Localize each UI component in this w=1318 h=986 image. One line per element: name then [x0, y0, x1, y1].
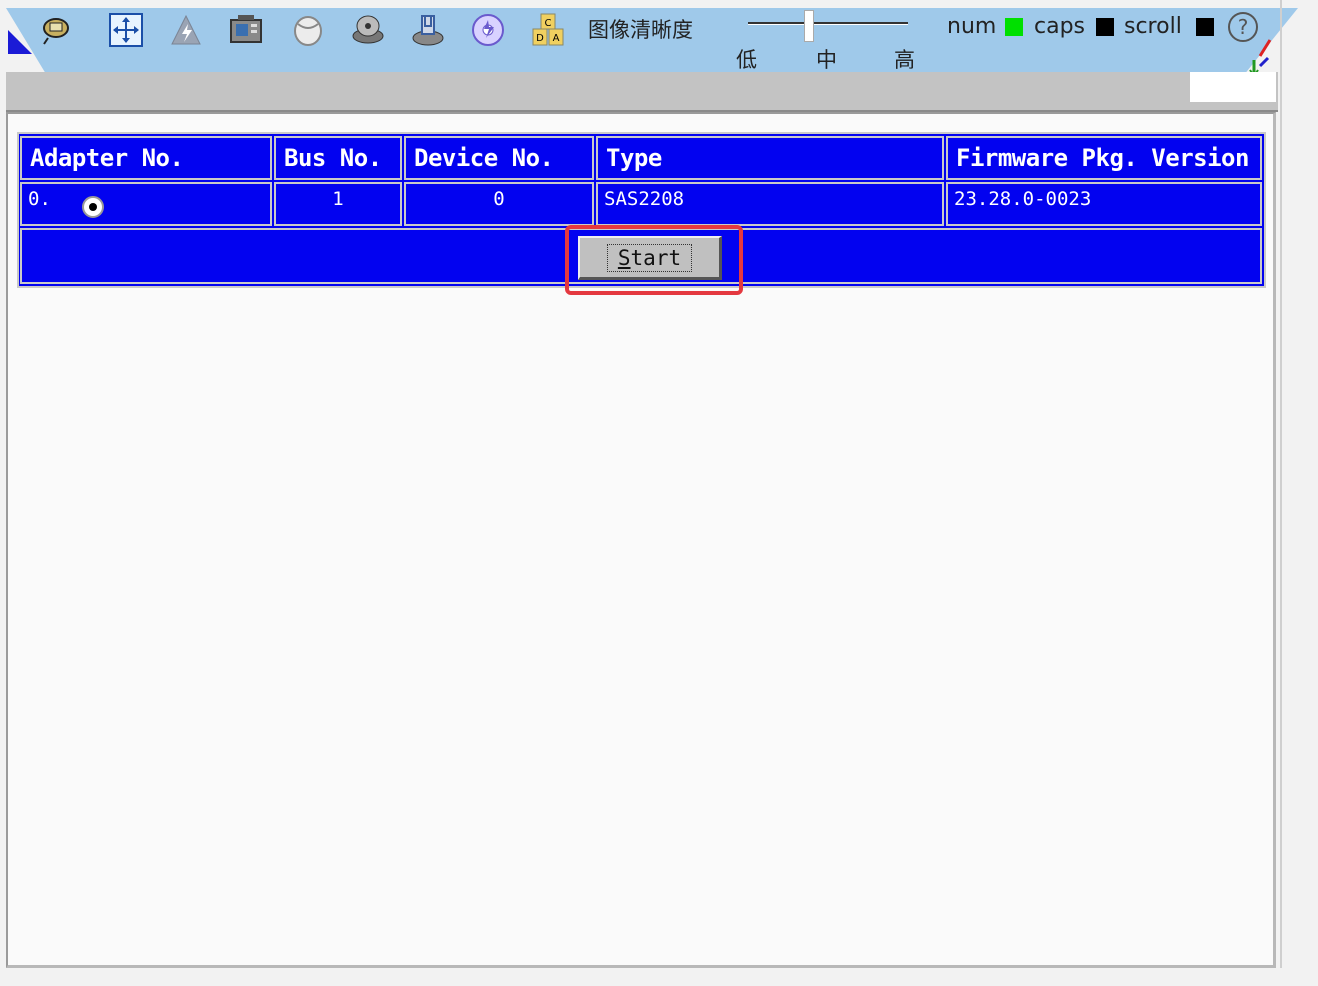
device-no-value: 0	[404, 182, 594, 226]
header-adapter-no: Adapter No.	[20, 136, 272, 180]
header-bus-no: Bus No.	[274, 136, 402, 180]
quality-tick-mid: 中	[816, 48, 837, 72]
quality-tick-high: 高	[894, 48, 915, 72]
type-value: SAS2208	[596, 182, 944, 226]
cd-icon[interactable]	[468, 10, 508, 50]
media-icon[interactable]	[226, 10, 266, 50]
table-row: 0.	[20, 182, 272, 226]
abcd-icon[interactable]: CDA	[528, 10, 568, 50]
image-quality-slider[interactable]	[748, 22, 908, 25]
floppy-icon[interactable]	[408, 10, 448, 50]
bus-no-value: 1	[274, 182, 402, 226]
toolbar-shadow-strip	[6, 72, 1278, 112]
window-edge	[1280, 0, 1282, 968]
toolbar-corner-marker	[8, 30, 32, 54]
power-icon[interactable]	[166, 10, 206, 50]
svg-text:C: C	[545, 18, 552, 29]
header-device-no: Device No.	[404, 136, 594, 180]
mouse-icon[interactable]	[288, 10, 328, 50]
start-button[interactable]: Start	[578, 236, 722, 280]
adapter-no-value: 0.	[28, 188, 51, 210]
toolbar-notch	[1190, 72, 1276, 102]
adapter-select-radio[interactable]	[82, 196, 104, 218]
num-lock-label: num	[947, 14, 997, 39]
svg-text:A: A	[553, 33, 560, 44]
num-lock-indicator	[1005, 18, 1023, 36]
header-firmware-version: Firmware Pkg. Version	[946, 136, 1262, 180]
svg-text:D: D	[536, 33, 544, 44]
caps-lock-indicator	[1096, 18, 1114, 36]
start-button-label: Start	[606, 243, 693, 272]
disk-icon[interactable]	[348, 10, 388, 50]
firmware-version-value: 23.28.0-0023	[946, 182, 1262, 226]
move-icon[interactable]	[106, 10, 146, 50]
keyboard-icon[interactable]	[36, 10, 76, 50]
header-type: Type	[596, 136, 944, 180]
image-quality-label: 图像清晰度	[588, 18, 693, 42]
scroll-lock-indicator	[1196, 18, 1214, 36]
quality-tick-low: 低	[736, 48, 757, 72]
scroll-lock-label: scroll	[1124, 14, 1182, 39]
caps-lock-label: caps	[1034, 14, 1086, 39]
image-quality-slider-thumb[interactable]	[804, 10, 814, 42]
